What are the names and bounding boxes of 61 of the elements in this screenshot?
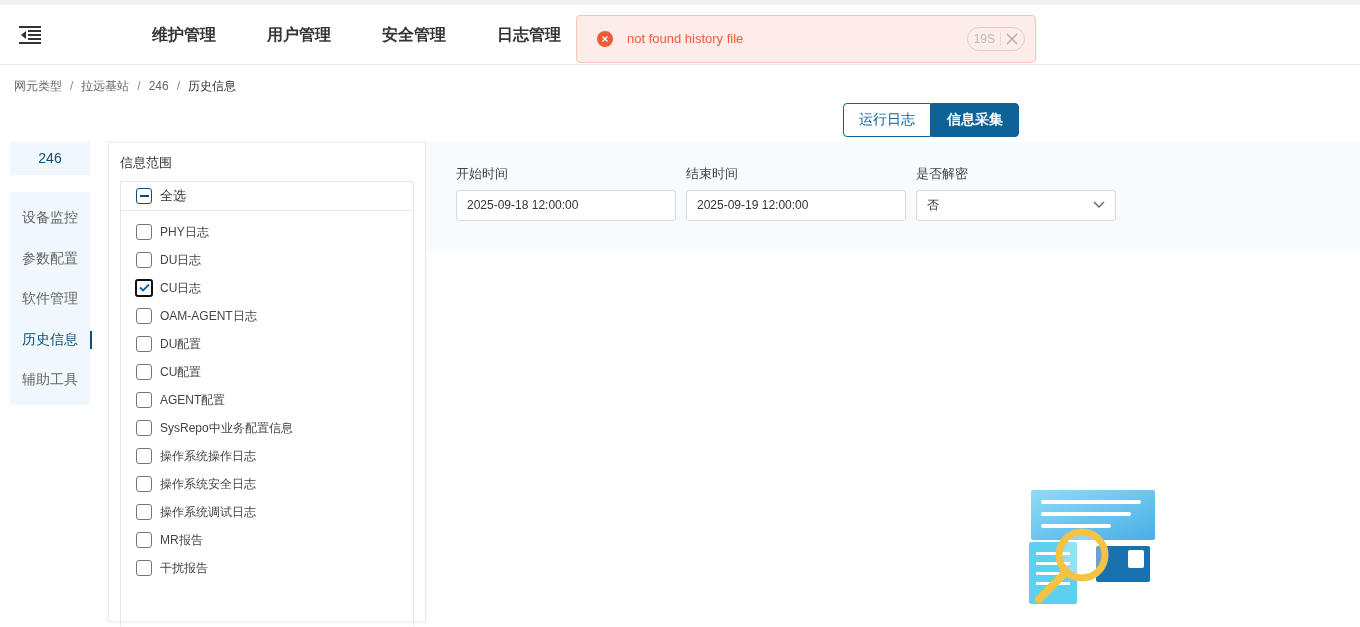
checkbox-label: DU日志 <box>160 251 202 269</box>
checkbox[interactable] <box>136 503 152 520</box>
checkbox-label: 操作系统操作日志 <box>160 447 256 465</box>
checkbox-label: DU配置 <box>160 335 202 353</box>
checkbox-label: MR报告 <box>160 531 203 549</box>
checkbox[interactable] <box>136 187 152 204</box>
breadcrumb-separator: / <box>176 79 181 93</box>
checkbox-label: 干扰报告 <box>160 559 208 577</box>
checkbox-label: CU配置 <box>160 363 202 381</box>
checkbox-label: 操作系统调试日志 <box>160 503 256 521</box>
toast-message: not found history file <box>627 30 745 49</box>
checkbox-label: CU日志 <box>160 279 202 297</box>
checkbox[interactable] <box>136 223 152 240</box>
countdown-text: 19S <box>973 31 995 48</box>
checkbox[interactable] <box>136 559 152 576</box>
error-icon <box>597 31 613 47</box>
nav-menu-item[interactable]: 安全管理 <box>382 22 446 47</box>
checkbox-label: PHY日志 <box>160 223 209 241</box>
checkbox[interactable] <box>136 251 152 268</box>
panel-title: 信息范围 <box>120 154 173 172</box>
breadcrumb-item[interactable]: 拉远基站 <box>81 79 130 93</box>
checkbox-label: 全选 <box>160 186 186 205</box>
breadcrumb-item[interactable]: 网元类型 <box>14 79 62 93</box>
tab[interactable]: 运行日志 <box>843 102 931 137</box>
nav-menu-item[interactable]: 维护管理 <box>152 22 216 47</box>
breadcrumb-separator: / <box>70 79 74 93</box>
field-label: 开始时间 <box>456 165 509 183</box>
checkbox[interactable] <box>136 307 152 324</box>
sidebar-item[interactable]: 设备监控 <box>10 197 90 238</box>
chevron-down-icon <box>1093 201 1105 209</box>
nav-menu-item[interactable]: 用户管理 <box>267 22 331 47</box>
checkbox-label: AGENT配置 <box>160 391 226 409</box>
breadcrumb-separator: / <box>137 79 141 93</box>
checkbox[interactable] <box>136 419 152 436</box>
nav-menu-item[interactable]: 日志管理 <box>497 22 561 47</box>
sidebar-item[interactable]: 辅助工具 <box>10 359 90 400</box>
device-title: 246 <box>10 142 90 175</box>
checkbox[interactable] <box>136 363 152 380</box>
select-value: 否 <box>927 197 939 214</box>
menu-collapse-icon[interactable] <box>18 24 42 45</box>
breadcrumb-item[interactable]: 246 <box>148 79 169 93</box>
checkbox-label: SysRepo中业务配置信息 <box>160 419 293 437</box>
checkbox[interactable] <box>136 447 152 464</box>
date-field[interactable]: 2025-09-18 12:00:00 <box>456 189 676 221</box>
sidebar-item[interactable]: 历史信息 <box>10 318 90 359</box>
field-label: 是否解密 <box>916 165 969 183</box>
select-field[interactable]: 否 <box>916 189 1116 221</box>
checkbox-label: OAM-AGENT日志 <box>160 307 257 325</box>
checkbox[interactable] <box>136 475 152 492</box>
date-field[interactable]: 2025-09-19 12:00:00 <box>686 189 906 221</box>
field-label: 结束时间 <box>686 165 739 183</box>
breadcrumb-item: 历史信息 <box>188 79 237 93</box>
checkbox[interactable] <box>135 278 153 297</box>
checkbox-label: 操作系统安全日志 <box>160 475 256 493</box>
sidebar-item[interactable]: 参数配置 <box>10 237 90 278</box>
checkbox[interactable] <box>136 531 152 548</box>
check-icon <box>138 283 150 292</box>
sidebar-item[interactable]: 软件管理 <box>10 278 90 319</box>
checkbox[interactable] <box>136 335 152 352</box>
checkbox[interactable] <box>136 391 152 408</box>
tab[interactable]: 信息采集 <box>931 102 1019 137</box>
